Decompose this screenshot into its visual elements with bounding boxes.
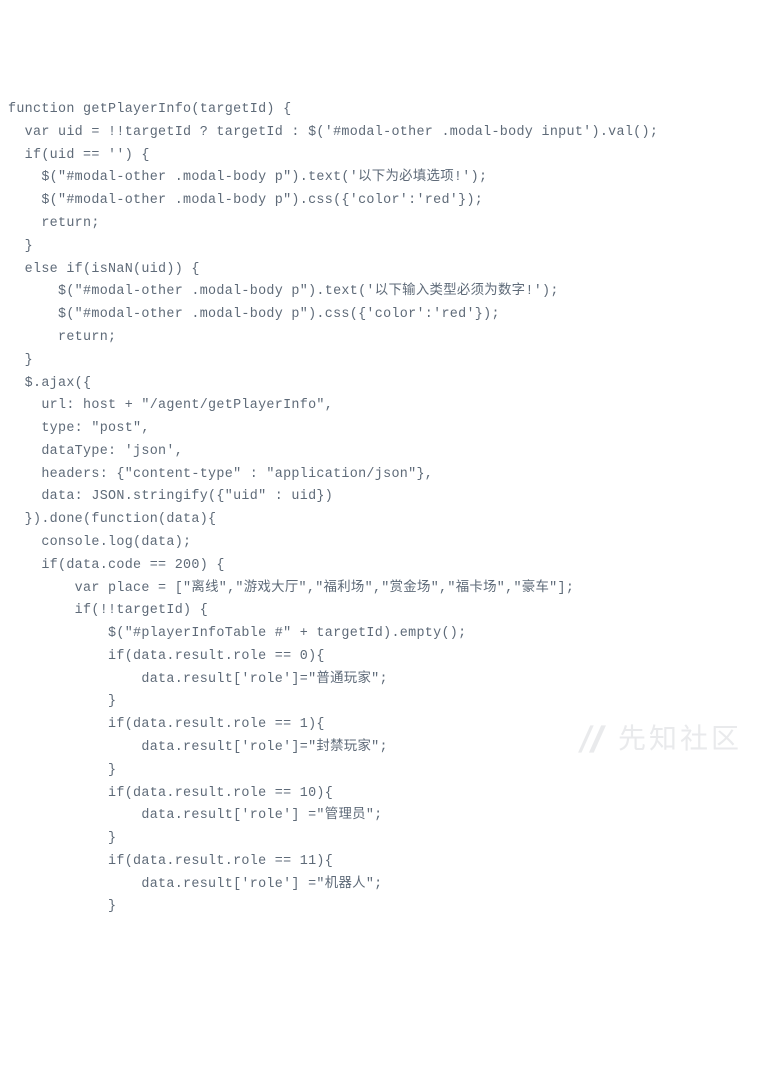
code-block: function getPlayerInfo(targetId) { var u… bbox=[8, 99, 752, 919]
watermark-text: 先知社区 bbox=[618, 715, 742, 763]
watermark: 先知社区 bbox=[574, 715, 742, 763]
watermark-icon bbox=[574, 722, 608, 756]
